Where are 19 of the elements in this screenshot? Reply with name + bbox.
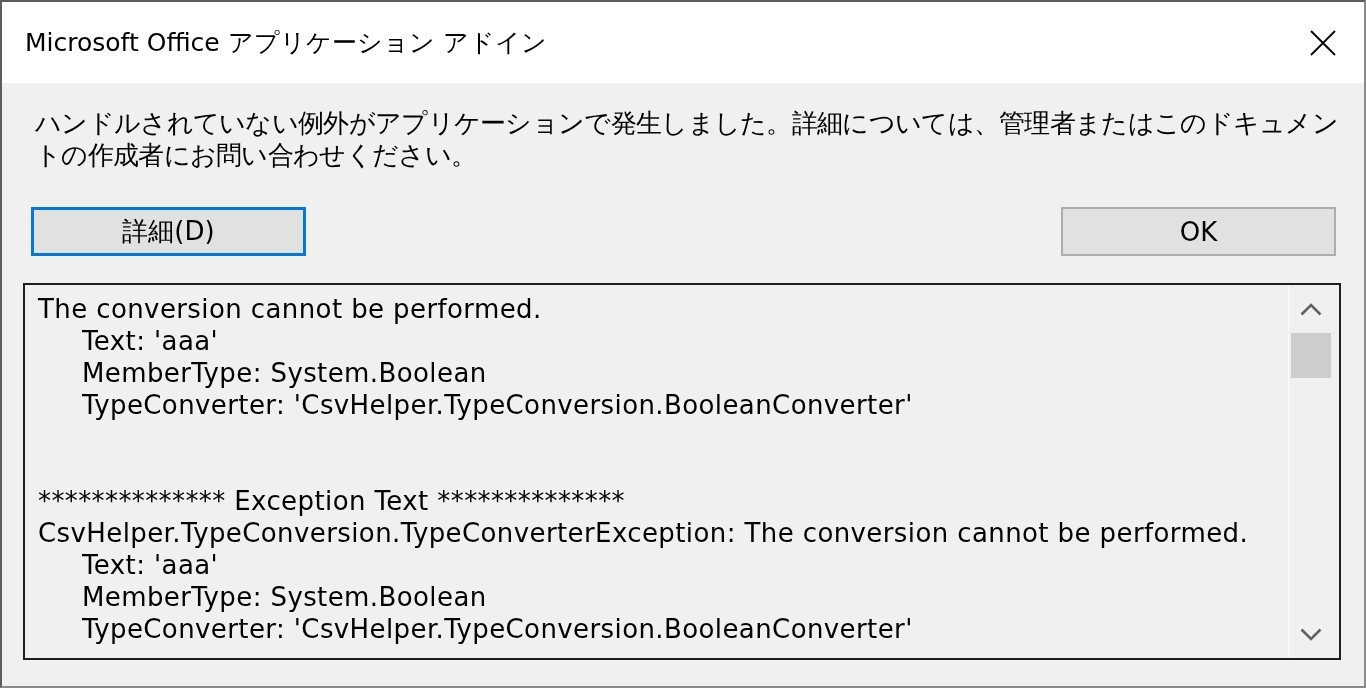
details-button[interactable]: 詳細(D) bbox=[31, 207, 306, 256]
details-text-box[interactable] bbox=[23, 283, 1341, 660]
chevron-up-icon bbox=[1300, 302, 1322, 316]
detail-line: TypeConverter: 'CsvHelper.TypeConversion.BooleanConverter' bbox=[82, 613, 913, 645]
ok-button[interactable]: OK bbox=[1061, 207, 1336, 256]
detail-line: TypeConverter: 'CsvHelper.TypeConversion.BooleanConverter' bbox=[82, 389, 913, 421]
detail-line: MemberType: System.Boolean bbox=[82, 581, 487, 613]
detail-line: MemberType: System.Boolean bbox=[82, 357, 487, 389]
close-icon bbox=[1310, 29, 1336, 56]
detail-line: CsvHelper.TypeConversion.TypeConverterException: The conversion cannot be performed. bbox=[38, 517, 1249, 549]
detail-line: The conversion cannot be performed. bbox=[38, 293, 542, 325]
scrollbar-thumb[interactable] bbox=[1291, 333, 1331, 378]
detail-line: ************** Exception Text ************** bbox=[38, 485, 625, 517]
detail-line: Text: 'aaa' bbox=[82, 325, 219, 357]
error-message: ハンドルされていない例外がアプリケーションで発生しました。詳細については、管理者またはこのドキュメントの作成者にお問い合わせください。 bbox=[35, 107, 1339, 171]
detail-line: Text: 'aaa' bbox=[82, 549, 219, 581]
chevron-down-icon bbox=[1300, 627, 1322, 641]
window-title: Microsoft Office アプリケーション アドイン bbox=[25, 27, 547, 59]
close-button[interactable] bbox=[1310, 29, 1336, 56]
